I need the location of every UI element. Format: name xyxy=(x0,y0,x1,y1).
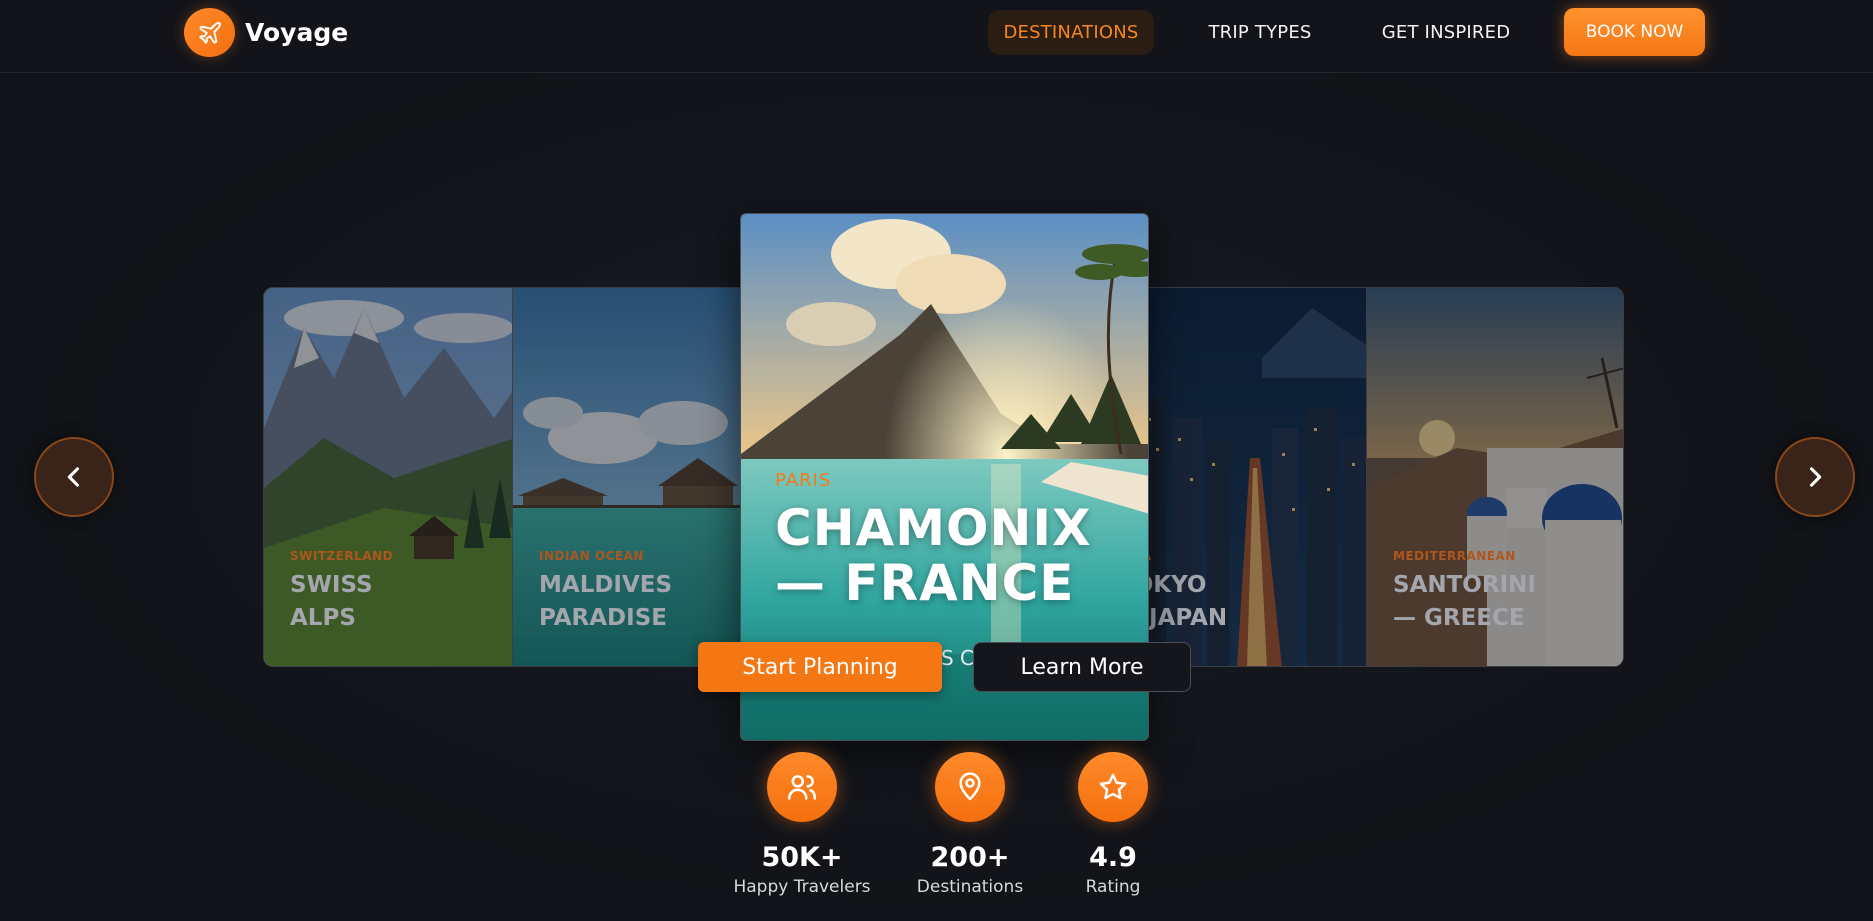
stat-happy-travelers: 50K+ Happy Travelers xyxy=(722,752,882,897)
card-text: SWITZERLAND SWISS ALPS xyxy=(290,549,393,635)
card-region: INDIAN OCEAN xyxy=(539,549,644,563)
featured-card-text: PARIS CHAMONIX — FRANCE xyxy=(775,470,1092,611)
stat-value: 4.9 xyxy=(1089,842,1137,873)
card-text: MEDITERRANEAN SANTORINI — GREECE xyxy=(1393,549,1536,635)
learn-more-button[interactable]: Learn More xyxy=(973,642,1191,692)
card-text: INDIAN OCEAN MALDIVES PARADISE xyxy=(539,549,672,635)
stat-value: 200+ xyxy=(930,842,1010,873)
map-pin-icon xyxy=(935,752,1005,822)
card-title: SANTORINI — GREECE xyxy=(1393,572,1536,631)
carousel-next-button[interactable] xyxy=(1775,437,1855,517)
star-icon xyxy=(1078,752,1148,822)
start-planning-button[interactable]: Start Planning xyxy=(698,642,942,692)
destination-card-maldives[interactable]: INDIAN OCEAN MALDIVES PARADISE xyxy=(512,287,748,667)
featured-region: PARIS xyxy=(775,470,832,491)
nav-get-inspired[interactable]: GET INSPIRED xyxy=(1370,10,1522,55)
card-region: ASIA xyxy=(1142,549,1227,563)
stat-value: 50K+ xyxy=(761,842,843,873)
card-title: TOKYO — JAPAN xyxy=(1142,572,1228,631)
card-title: MALDIVES PARADISE xyxy=(539,572,673,631)
users-icon xyxy=(767,752,837,822)
nav-trip-types[interactable]: TRIP TYPES xyxy=(1192,10,1328,55)
stat-label: Rating xyxy=(1085,877,1141,897)
top-navigation-bar: Voyage DESTINATIONS TRIP TYPES GET INSPI… xyxy=(0,0,1873,73)
stat-rating: 4.9 Rating xyxy=(1033,752,1193,897)
card-region: MEDITERRANEAN xyxy=(1393,549,1516,563)
destination-card-tokyo[interactable]: ASIA TOKYO — JAPAN xyxy=(1141,287,1370,667)
card-region: SWITZERLAND xyxy=(290,549,394,563)
book-now-button[interactable]: BOOK NOW xyxy=(1564,8,1705,56)
card-text: ASIA TOKYO — JAPAN xyxy=(1142,549,1228,635)
destination-card-swiss-alps[interactable]: SWITZERLAND SWISS ALPS xyxy=(263,287,514,667)
card-title: SWISS ALPS xyxy=(290,572,373,631)
chevron-left-icon xyxy=(67,467,80,487)
featured-title: CHAMONIX — FRANCE xyxy=(775,499,1092,612)
featured-subtitle: S C xyxy=(941,646,975,670)
stat-destinations: 200+ Destinations xyxy=(890,752,1050,897)
nav-destinations[interactable]: DESTINATIONS xyxy=(988,10,1154,55)
carousel-prev-button[interactable] xyxy=(34,437,114,517)
destination-card-santorini[interactable]: MEDITERRANEAN SANTORINI — GREECE xyxy=(1366,287,1624,667)
chevron-right-icon xyxy=(1809,467,1822,487)
stat-label: Destinations xyxy=(916,877,1024,897)
stat-label: Happy Travelers xyxy=(733,877,871,897)
page: Voyage DESTINATIONS TRIP TYPES GET INSPI… xyxy=(0,0,1873,921)
